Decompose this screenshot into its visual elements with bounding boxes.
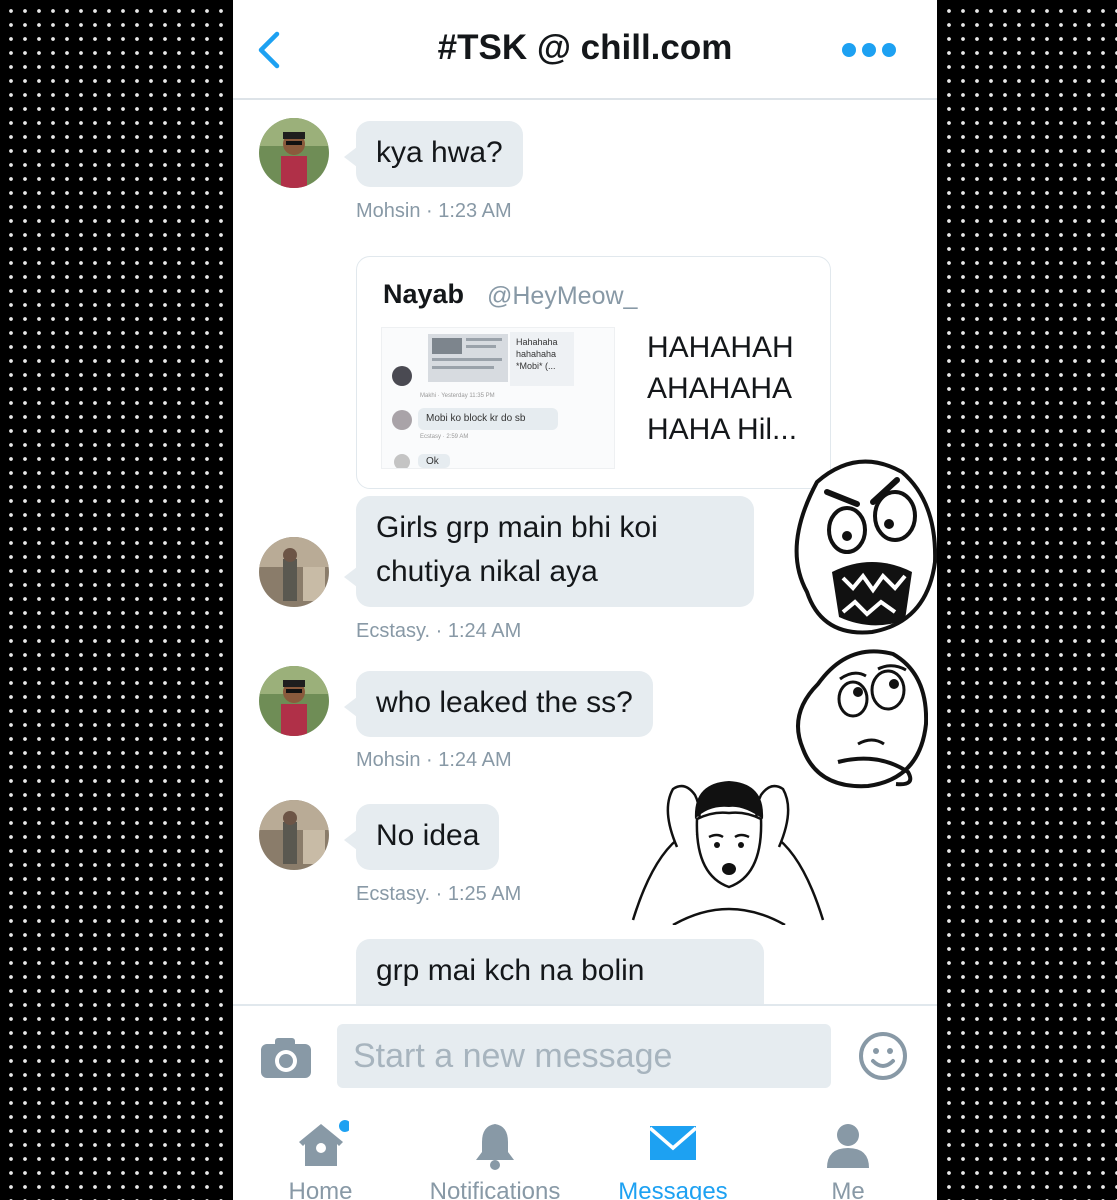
- message-composer: [233, 1004, 937, 1104]
- tweet-text: HAHAHAH AHAHAHA HAHA Hil...: [647, 331, 798, 446]
- emoji-button[interactable]: [857, 1030, 909, 1082]
- thumb-bubble: Ok: [426, 456, 439, 467]
- message-bubble[interactable]: who leaked the ss?: [344, 671, 653, 737]
- thumb-text-line: hahahaha: [516, 349, 557, 359]
- tab-label: Messages: [618, 1178, 728, 1200]
- thinking-face-meme: [796, 649, 928, 789]
- shared-tweet-card[interactable]: Nayab @HeyMeow_ Hahahaha hahahaha *Mobi*…: [356, 256, 831, 489]
- thumb-text-line: *Mobi* (...: [516, 361, 556, 371]
- message-bubble[interactable]: kya hwa?: [344, 121, 523, 187]
- message-meta: Mohsin · 1:24 AM: [356, 749, 512, 771]
- thumb-meta: Ecstasy · 2:59 AM: [420, 434, 469, 440]
- message-meta: Mohsin · 1:23 AM: [356, 200, 512, 222]
- tab-label: Home: [288, 1178, 353, 1200]
- bell-icon: [476, 1124, 514, 1170]
- camera-icon: [261, 1038, 311, 1078]
- tab-me[interactable]: Me: [807, 1118, 889, 1200]
- dm-conversation-screen: #TSK @ chill.com kya hwa? Mohsin · 1:23 …: [233, 0, 937, 1200]
- thumb-meta: Makhi · Yesterday 11:35 PM: [420, 393, 495, 399]
- tweet-author-name: Nayab: [383, 279, 465, 309]
- avatar-ecstasy[interactable]: [259, 800, 329, 870]
- message-meta: Ecstasy. · 1:25 AM: [356, 883, 522, 905]
- thumb-text-line: Hahahaha: [516, 337, 558, 347]
- smiley-icon: [859, 1032, 907, 1080]
- thumb-bubble: Mobi ko block kr do sb: [426, 413, 526, 424]
- envelope-icon: [648, 1126, 698, 1160]
- home-icon: [298, 1120, 349, 1166]
- tab-messages[interactable]: Messages: [605, 1118, 741, 1200]
- message-bubble[interactable]: No idea: [343, 804, 500, 870]
- tab-label: Me: [831, 1178, 865, 1200]
- conversation-title: #TSK @ chill.com: [437, 28, 733, 67]
- message-meta: Ecstasy. · 1:24 AM: [356, 620, 522, 642]
- screenshot-thumbnail-image: [392, 332, 574, 468]
- tab-notifications[interactable]: Notifications: [415, 1118, 575, 1200]
- tweet-author-handle: @HeyMeow_: [487, 282, 638, 310]
- person-icon: [827, 1124, 869, 1168]
- avatar-mohsin[interactable]: [259, 118, 329, 188]
- message-input[interactable]: [337, 1024, 831, 1088]
- more-options-button[interactable]: [839, 38, 899, 62]
- tweet-media-thumbnail: Hahahaha hahahaha *Mobi* (... Makhi · Ye…: [381, 327, 615, 469]
- conversation-header: #TSK @ chill.com: [233, 0, 937, 100]
- avatar-ecstasy[interactable]: [259, 537, 329, 607]
- tab-home[interactable]: Home: [263, 1118, 378, 1200]
- camera-button[interactable]: [259, 1034, 313, 1080]
- avatar-mohsin[interactable]: [259, 666, 329, 736]
- message-bubble[interactable]: Girls grp main bhi koi chutiya nikal aya: [344, 496, 754, 607]
- more-dots-icon: [842, 43, 896, 57]
- bottom-tab-bar: Home Notifications Messages Me: [233, 1104, 937, 1200]
- tab-label: Notifications: [429, 1178, 561, 1200]
- jackie-chan-meme: [631, 781, 825, 925]
- rage-face-meme: [794, 459, 937, 635]
